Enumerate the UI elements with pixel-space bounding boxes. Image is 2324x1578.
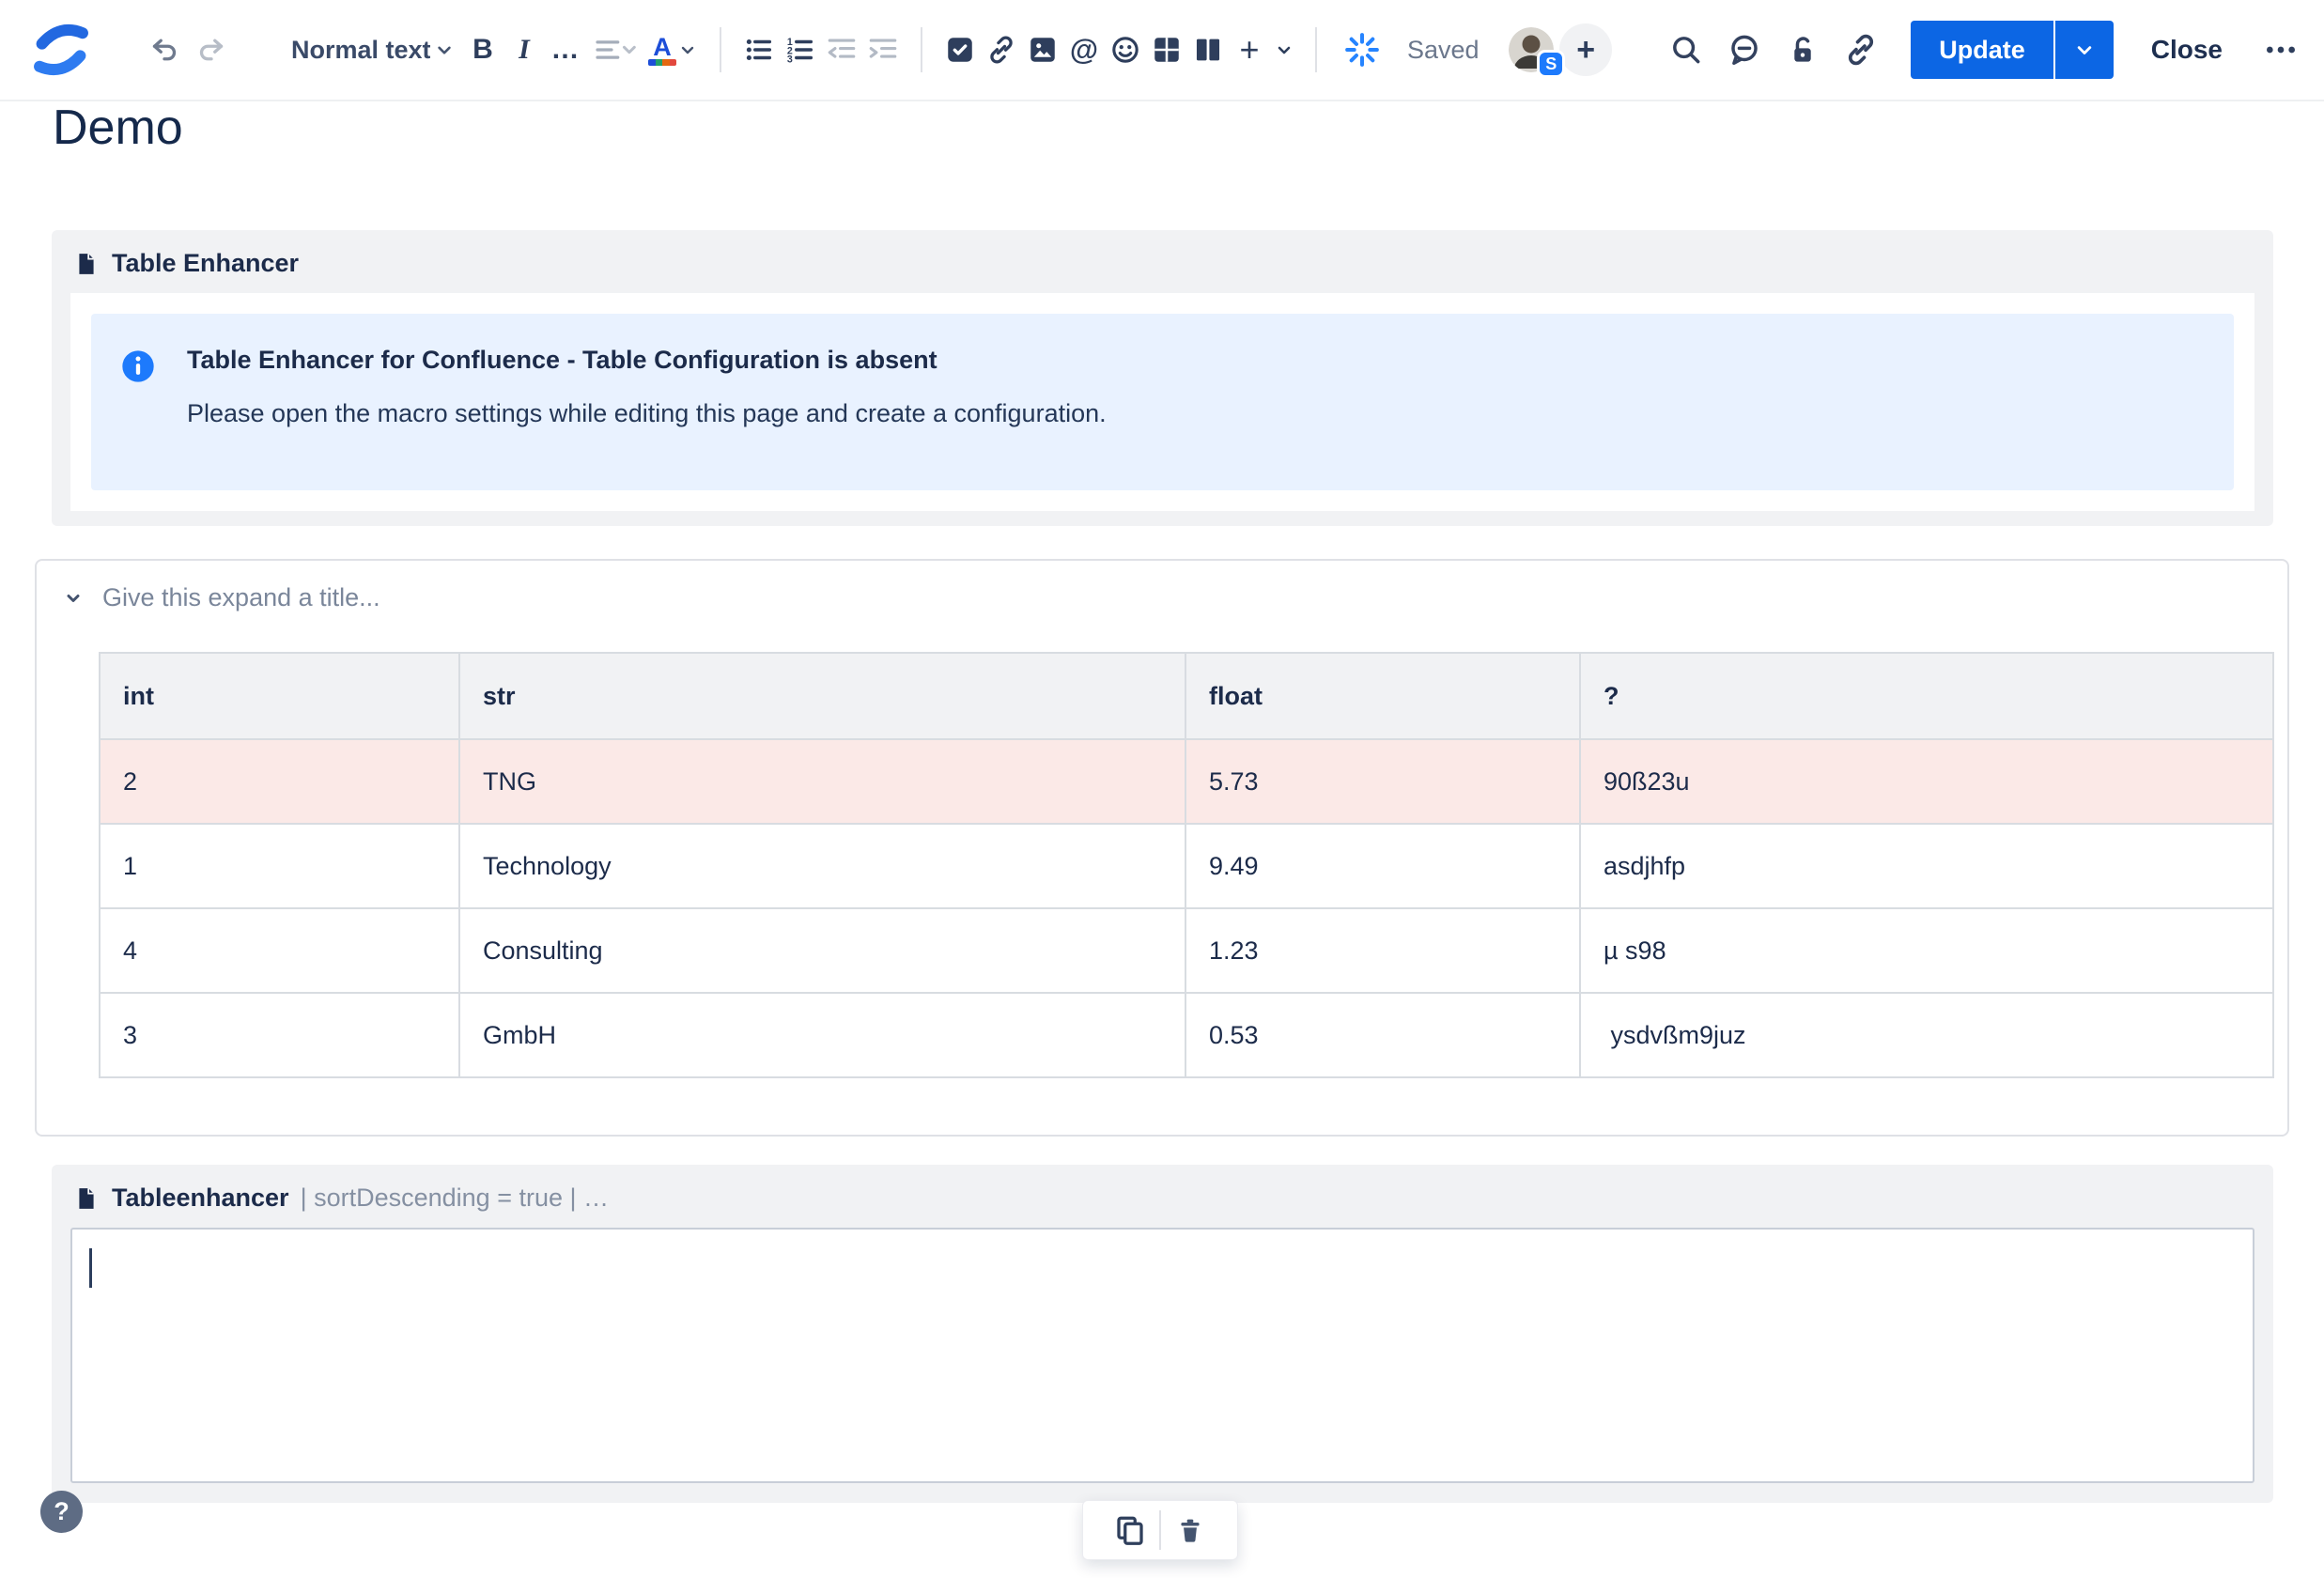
info-panel: Table Enhancer for Confluence - Table Co… <box>91 314 2234 490</box>
column-header[interactable]: int <box>99 652 460 740</box>
table-cell[interactable]: 3 <box>99 992 460 1078</box>
macro-name: Tableenhancer <box>112 1184 289 1212</box>
insert-dropdown-chevron-icon[interactable] <box>1270 28 1298 71</box>
table-row: 3 GmbH 0.53 ysdvßm9juz <box>99 992 2274 1078</box>
macro-name: Table Enhancer <box>112 249 300 277</box>
text-style-label: Normal text <box>291 35 430 64</box>
expand-panel: Give this expand a title... int str floa… <box>35 559 2289 1137</box>
task-list-button[interactable] <box>939 28 981 71</box>
table-enhancer-macro[interactable]: Table Enhancer Table Enhancer for Conflu… <box>52 230 2273 526</box>
chevron-down-icon[interactable] <box>59 584 87 612</box>
macro-header: Table Enhancer <box>52 230 2273 278</box>
table-cell[interactable]: asdjhfp <box>1579 823 2274 909</box>
table-cell[interactable]: 1 <box>99 823 460 909</box>
text-color-button[interactable]: A <box>644 28 703 71</box>
tableenhancer-macro[interactable]: Tableenhancer | sortDescending = true | … <box>52 1165 2273 1503</box>
info-icon <box>119 346 187 458</box>
invite-button[interactable]: + <box>1559 23 1613 76</box>
page-title[interactable]: Demo <box>53 100 183 156</box>
alignment-button[interactable] <box>586 28 644 71</box>
toolbar-divider <box>921 27 922 72</box>
expand-title-placeholder[interactable]: Give this expand a title... <box>102 583 380 612</box>
toolbar-format-group: B I … A 123 @ + Saved <box>462 0 1480 100</box>
avatar[interactable]: S <box>1509 27 1566 78</box>
save-status-label: Saved <box>1407 35 1480 64</box>
help-button[interactable]: ? <box>40 1491 83 1533</box>
chevron-down-icon <box>432 38 457 62</box>
macro-floating-toolbar <box>1082 1500 1238 1560</box>
layout-button[interactable] <box>1187 28 1229 71</box>
emoji-button[interactable] <box>1105 28 1146 71</box>
outdent-icon <box>821 28 862 71</box>
bold-button[interactable]: B <box>462 28 504 71</box>
inline-comments-icon[interactable] <box>1723 28 1766 71</box>
data-table: int str float ? 2 TNG 5.73 90ß23u 1 Tech… <box>99 652 2274 1078</box>
table-cell[interactable]: ysdvßm9juz <box>1579 992 2274 1078</box>
save-status: Saved <box>1343 31 1480 69</box>
toolbar-divider <box>720 27 721 72</box>
trash-icon[interactable] <box>1161 1504 1219 1556</box>
update-split-button: Update <box>1911 21 2114 79</box>
insert-plus-button[interactable]: + <box>1229 28 1270 71</box>
expand-header[interactable]: Give this expand a title... <box>37 561 2287 612</box>
document-icon <box>74 250 99 278</box>
toolbar-left-group: Normal text <box>32 0 457 100</box>
numbered-list-button[interactable]: 123 <box>780 28 821 71</box>
mention-button[interactable]: @ <box>1063 28 1105 71</box>
unlock-icon[interactable] <box>1781 28 1824 71</box>
table-cell[interactable]: 2 <box>99 738 460 825</box>
color-swatch-bar <box>648 58 676 66</box>
table-cell[interactable]: 0.53 <box>1185 992 1581 1078</box>
svg-text:3: 3 <box>787 54 793 65</box>
info-title: Table Enhancer for Confluence - Table Co… <box>187 346 937 374</box>
editor-toolbar: Normal text B I … A 1 2 3 @ + Saved S + … <box>0 0 2324 101</box>
link-button[interactable] <box>981 28 1022 71</box>
column-header[interactable]: ? <box>1579 652 2274 740</box>
column-header[interactable]: float <box>1185 652 1581 740</box>
more-actions-icon[interactable] <box>2262 31 2300 69</box>
info-body: Please open the macro settings while edi… <box>187 399 1107 427</box>
table-cell[interactable]: TNG <box>458 738 1186 825</box>
more-formatting-button[interactable]: … <box>545 28 586 71</box>
table-cell[interactable]: 1.23 <box>1185 907 1581 994</box>
table-header-row: int str float ? <box>99 652 2274 740</box>
table-row: 2 TNG 5.73 90ß23u <box>99 738 2274 825</box>
table-button[interactable] <box>1146 28 1187 71</box>
macro-body: Table Enhancer for Confluence - Table Co… <box>70 293 2254 511</box>
copy-link-icon[interactable] <box>1839 28 1882 71</box>
table-cell[interactable]: GmbH <box>458 992 1186 1078</box>
spinner-icon <box>1345 33 1379 67</box>
table-cell[interactable]: 9.49 <box>1185 823 1581 909</box>
table-row: 4 Consulting 1.23 µ s98 <box>99 907 2274 994</box>
confluence-logo-icon[interactable] <box>32 23 90 76</box>
table-cell[interactable]: Technology <box>458 823 1186 909</box>
italic-button[interactable]: I <box>504 28 545 71</box>
text-style-dropdown[interactable]: Normal text <box>291 36 457 65</box>
toolbar-divider <box>1315 27 1317 72</box>
macro-header: Tableenhancer | sortDescending = true | … <box>52 1165 2273 1213</box>
indent-icon <box>862 28 904 71</box>
table-cell[interactable]: 90ß23u <box>1579 738 2274 825</box>
column-header[interactable]: str <box>458 652 1186 740</box>
table-row: 1 Technology 9.49 asdjhfp <box>99 823 2274 909</box>
avatar-status-badge: S <box>1537 50 1566 78</box>
search-icon[interactable] <box>1665 28 1708 71</box>
close-button[interactable]: Close <box>2151 35 2223 65</box>
macro-editor-area[interactable] <box>70 1228 2254 1483</box>
undo-icon[interactable] <box>143 28 186 71</box>
macro-params: | sortDescending = true | … <box>300 1184 610 1212</box>
update-options-chevron[interactable] <box>2054 21 2114 79</box>
copy-icon[interactable] <box>1101 1504 1159 1556</box>
toolbar-right-group: S + Update Close <box>1509 0 2300 100</box>
table-cell[interactable]: µ s98 <box>1579 907 2274 994</box>
table-cell[interactable]: 5.73 <box>1185 738 1581 825</box>
image-button[interactable] <box>1022 28 1063 71</box>
text-cursor <box>89 1248 92 1288</box>
update-button[interactable]: Update <box>1911 21 2053 79</box>
document-icon <box>74 1184 99 1213</box>
redo-icon[interactable] <box>190 28 233 71</box>
table-cell[interactable]: 4 <box>99 907 460 994</box>
table-cell[interactable]: Consulting <box>458 907 1186 994</box>
bullet-list-button[interactable] <box>738 28 780 71</box>
